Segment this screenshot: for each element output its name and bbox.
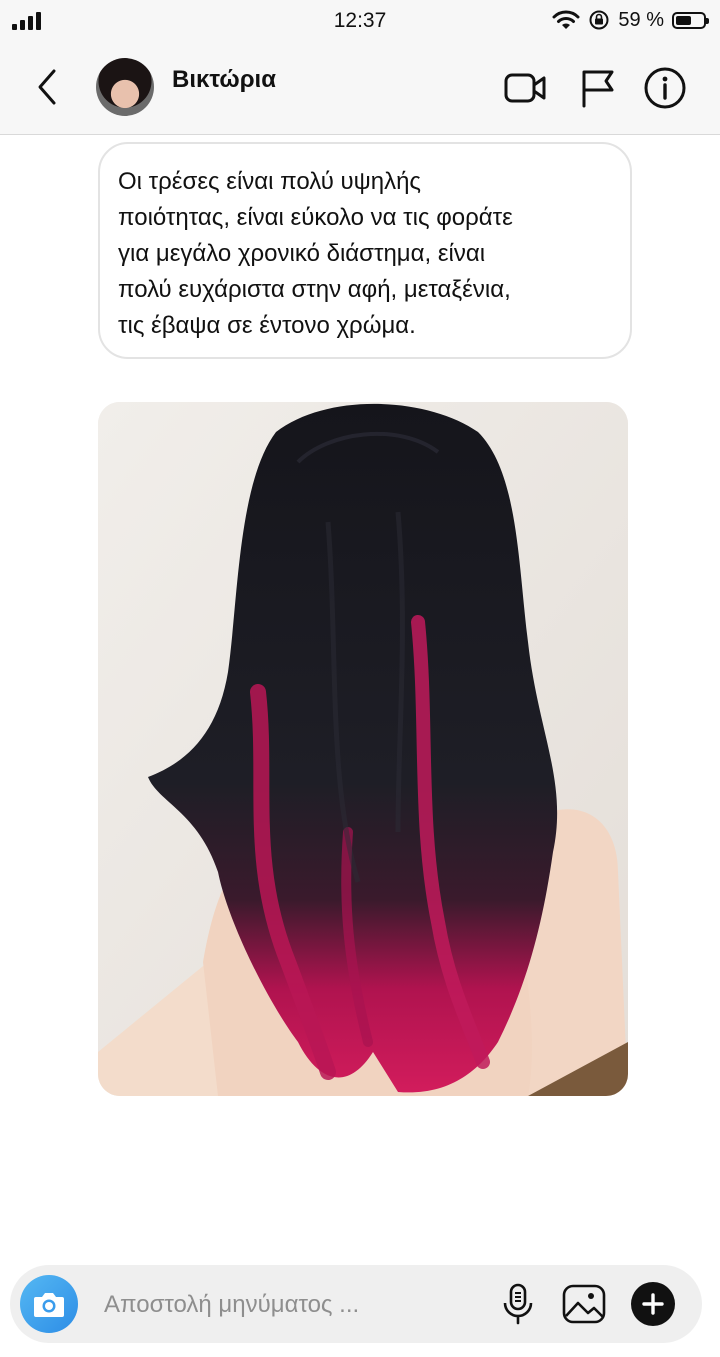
battery-percentage: 59 % [618,8,664,31]
wifi-icon [552,10,580,29]
orientation-lock-icon [589,10,609,30]
status-right-group: 59 % [552,7,709,33]
plus-icon[interactable] [630,1281,676,1327]
battery-fill [676,15,692,25]
status-bar: 12:37 59 % [0,0,720,40]
hair-illustration [98,402,628,1096]
message-input[interactable] [102,1282,486,1328]
long-hair-photo[interactable] [98,402,628,1096]
chat-screen: 12:37 59 % Βικτώρια Οι τρέσες είναι πολύ… [0,0,720,1357]
gallery-icon[interactable] [561,1281,607,1327]
info-icon[interactable] [643,66,687,110]
contact-name[interactable]: Βικτώρια [172,66,276,94]
message-text: Οι τρέσες είναι πολύ υψηλής ποιότητας, ε… [118,168,513,339]
video-call-icon[interactable] [503,66,547,110]
back-chevron-icon[interactable] [30,66,66,108]
message-composer [10,1265,702,1343]
flag-icon[interactable] [576,66,620,110]
chat-header: Βικτώρια [0,40,720,135]
camera-button[interactable] [20,1275,78,1333]
message-bubble[interactable]: Οι τρέσες είναι πολύ υψηλής ποιότητας, ε… [98,142,632,359]
camera-icon [34,1293,64,1317]
battery-icon [672,11,709,29]
avatar[interactable] [96,58,154,116]
microphone-icon[interactable] [495,1281,541,1327]
